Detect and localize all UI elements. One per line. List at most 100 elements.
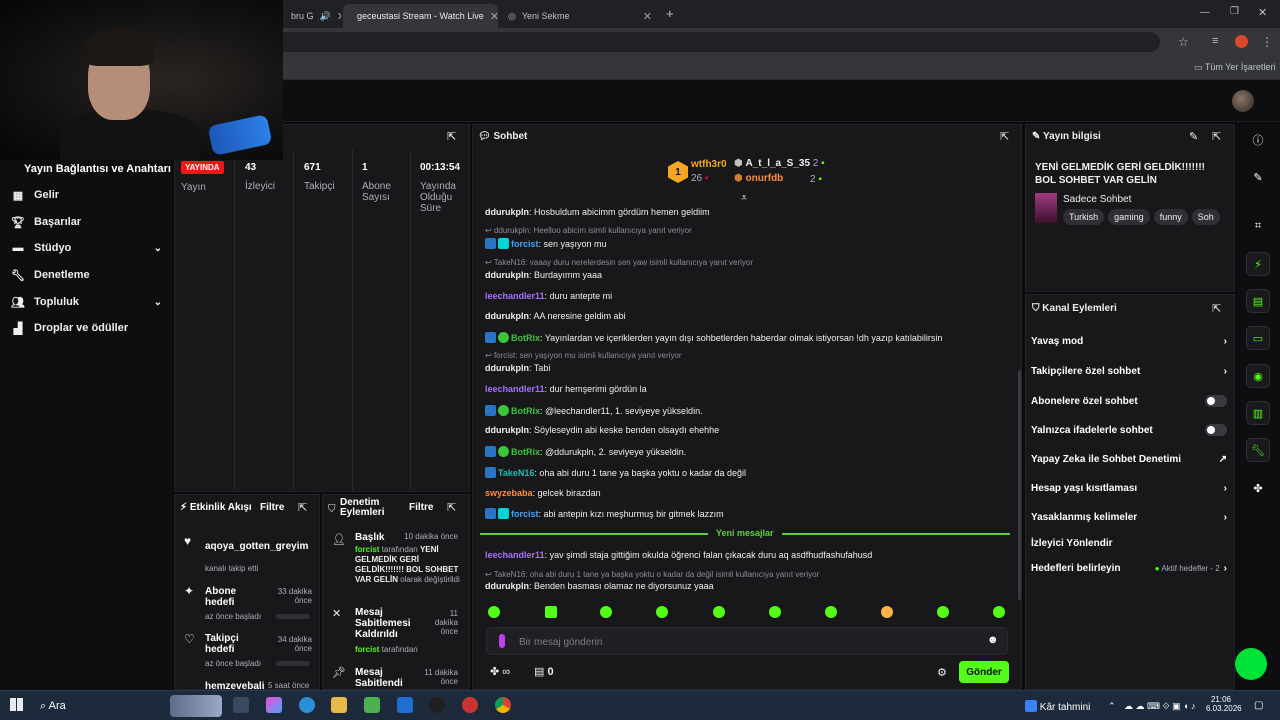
emote-icon[interactable] bbox=[937, 606, 949, 618]
search-highlight-image[interactable] bbox=[170, 695, 222, 717]
restore-button[interactable]: ❐ bbox=[1230, 6, 1239, 17]
chest-widget[interactable]: ▤ 0 bbox=[534, 665, 554, 678]
emote-icon[interactable] bbox=[545, 606, 557, 618]
sidebar-item-studyo[interactable]: ▬ Stüdyo ⌄ bbox=[12, 242, 163, 254]
top-gifter-1[interactable]: wtfh3r0 bbox=[691, 159, 727, 170]
chat-username[interactable]: TakeN16 bbox=[498, 468, 534, 478]
task-view-icon[interactable] bbox=[233, 697, 249, 713]
pencil-icon[interactable]: ✎ bbox=[1246, 165, 1270, 189]
copilot-icon[interactable] bbox=[266, 697, 282, 713]
action-set-goals[interactable]: Hedefleri belirleyin ● Aktif hedefler - 2… bbox=[1031, 563, 1227, 574]
all-bookmarks[interactable]: ▭ Tüm Yer İşaretleri bbox=[1194, 62, 1275, 73]
tray-chevron-icon[interactable]: ⌃ bbox=[1108, 701, 1116, 712]
tag[interactable]: gaming bbox=[1108, 209, 1150, 225]
sidebar-item-gelir[interactable]: ▦ Gelir bbox=[12, 189, 162, 202]
edit-icon[interactable]: ✎ bbox=[1189, 130, 1198, 143]
action-ai-moderation[interactable]: Yapay Zeka ile Sohbet Denetimi ↗ bbox=[1031, 454, 1227, 465]
stream-category[interactable]: Sadece Sohbet bbox=[1063, 194, 1131, 205]
browser-tab[interactable]: bru G 🔊 ✕ bbox=[283, 4, 341, 28]
close-icon[interactable]: ✕ bbox=[337, 10, 341, 23]
minimize-button[interactable]: — bbox=[1200, 7, 1210, 18]
top-gifter-3[interactable]: ⬢ onurfdb bbox=[734, 173, 783, 184]
new-tab-button[interactable]: + bbox=[666, 6, 674, 21]
popout-icon[interactable]: ⇱ bbox=[298, 501, 307, 514]
popout-icon[interactable]: ⇱ bbox=[447, 130, 456, 143]
send-button[interactable]: Gönder bbox=[959, 661, 1009, 683]
action-account-age[interactable]: Hesap yaşı kısıtlaması › bbox=[1031, 483, 1227, 494]
kebab-menu-icon[interactable]: ⋮ bbox=[1261, 35, 1273, 49]
action-emote-only[interactable]: Yalnızca ifadelerle sohbet bbox=[1031, 424, 1227, 436]
emoji-icon[interactable]: ☻ bbox=[987, 634, 999, 646]
toggle-switch[interactable] bbox=[1205, 424, 1227, 436]
expand-icon[interactable]: ⩡ bbox=[741, 192, 747, 205]
chat-username[interactable]: swyzebaba bbox=[485, 488, 533, 498]
emote-icon[interactable] bbox=[488, 606, 500, 618]
emote-icon[interactable] bbox=[825, 606, 837, 618]
chat-username[interactable]: BotRix bbox=[511, 333, 540, 343]
sidebar-item-topluluk[interactable]: 👥︎ Topluluk ⌄ bbox=[11, 296, 162, 309]
sidebar-item-denetleme[interactable]: 🔧︎ Denetleme bbox=[11, 269, 162, 282]
chat-username[interactable]: forcist bbox=[511, 239, 539, 249]
explorer-icon[interactable] bbox=[331, 697, 347, 713]
chat-username[interactable]: ddurukpln bbox=[485, 270, 529, 280]
chat-scrollbar[interactable] bbox=[1018, 370, 1021, 600]
edge-icon[interactable] bbox=[299, 697, 315, 713]
chat-username[interactable]: BotRix bbox=[511, 406, 540, 416]
info-icon[interactable]: ⓘ bbox=[1246, 128, 1270, 152]
chat-username[interactable]: BotRix bbox=[511, 447, 540, 457]
bolt-icon[interactable]: ⚡︎ bbox=[1246, 252, 1270, 276]
activity-filter-button[interactable]: Filtre bbox=[260, 502, 284, 513]
tag[interactable]: Turkish bbox=[1063, 209, 1105, 225]
popout-icon[interactable]: ⇱ bbox=[1212, 302, 1221, 315]
chat-input[interactable]: Bir mesaj gönderin ☻ bbox=[486, 627, 1008, 655]
media-icon[interactable]: ≡ bbox=[1212, 35, 1218, 47]
action-raid[interactable]: İzleyici Yönlendir bbox=[1031, 538, 1227, 549]
floating-action-button[interactable] bbox=[1235, 648, 1267, 680]
obs-icon[interactable] bbox=[429, 697, 445, 713]
mail-icon[interactable] bbox=[397, 697, 413, 713]
tag[interactable]: funny bbox=[1153, 209, 1188, 225]
gear-icon[interactable]: ⚙ bbox=[937, 666, 947, 679]
action-slow-mode[interactable]: Yavaş mod › bbox=[1031, 336, 1227, 347]
notification-icon[interactable]: ▢ bbox=[1254, 700, 1263, 711]
chrome-icon[interactable] bbox=[495, 697, 511, 713]
emote-icon[interactable] bbox=[769, 606, 781, 618]
broadcast-icon[interactable]: ◉ bbox=[1246, 364, 1270, 388]
star-icon[interactable]: ☆ bbox=[1178, 35, 1189, 49]
wrench-icon[interactable]: 🔧︎ bbox=[1246, 438, 1270, 462]
chat-bubble-icon[interactable]: ▭ bbox=[1246, 326, 1270, 350]
action-banned-words[interactable]: Yasaklanmış kelimeler › bbox=[1031, 512, 1227, 523]
close-window-button[interactable]: ✕ bbox=[1258, 6, 1267, 19]
browser-tab-active[interactable]: geceustasi Stream - Watch Live ✕ bbox=[343, 4, 498, 28]
tag[interactable]: Soh bbox=[1191, 209, 1220, 225]
chat-username[interactable]: leechandler11 bbox=[485, 291, 545, 301]
chat-username[interactable]: leechandler11 bbox=[485, 384, 545, 394]
action-followers-only[interactable]: Takipçilere özel sohbet › bbox=[1031, 366, 1227, 377]
crop-icon[interactable]: ⌗ bbox=[1246, 214, 1270, 238]
points-widget[interactable]: ✤ ∞ bbox=[490, 665, 510, 678]
profile-icon[interactable] bbox=[1235, 35, 1248, 48]
popout-icon[interactable]: ⇱ bbox=[447, 501, 456, 514]
new-messages-label[interactable]: Yeni mesajlar bbox=[708, 528, 782, 538]
browser-tab[interactable]: ◎ Yeni Sekme ✕ bbox=[500, 4, 660, 28]
layout-icon[interactable]: ▥ bbox=[1246, 401, 1270, 425]
store-icon[interactable] bbox=[364, 697, 380, 713]
windows-start-icon[interactable] bbox=[10, 698, 23, 711]
mod-filter-button[interactable]: Filtre bbox=[409, 502, 433, 513]
system-tray-icons[interactable]: ☁ ☁ ⌨ ⟐ ▣ ◖ ♪ bbox=[1124, 701, 1196, 712]
emote-icon[interactable] bbox=[713, 606, 725, 618]
emote-icon[interactable] bbox=[881, 606, 893, 618]
chat-username[interactable]: ddurukpln bbox=[485, 425, 529, 435]
popout-icon[interactable]: ⇱ bbox=[1000, 130, 1009, 143]
sparkle-icon[interactable]: ✤ bbox=[1246, 476, 1270, 500]
taskbar-search[interactable]: ⌕ Ara bbox=[40, 700, 66, 713]
emote-icon[interactable] bbox=[600, 606, 612, 618]
popout-icon[interactable]: ⇱ bbox=[1212, 130, 1221, 143]
sidebar-title[interactable]: Yayın Bağlantısı ve Anahtarı bbox=[24, 163, 171, 175]
weather-widget[interactable]: Kâr tahmini bbox=[1025, 700, 1090, 713]
sidebar-item-droplar[interactable]: ▟ Droplar ve ödüller bbox=[12, 322, 162, 335]
action-subscribers-only[interactable]: Abonelere özel sohbet bbox=[1031, 395, 1227, 407]
chat-username[interactable]: ddurukpln bbox=[485, 363, 529, 373]
toggle-switch[interactable] bbox=[1205, 395, 1227, 407]
clock[interactable]: 21:06 6.03.2026 bbox=[1206, 695, 1242, 713]
